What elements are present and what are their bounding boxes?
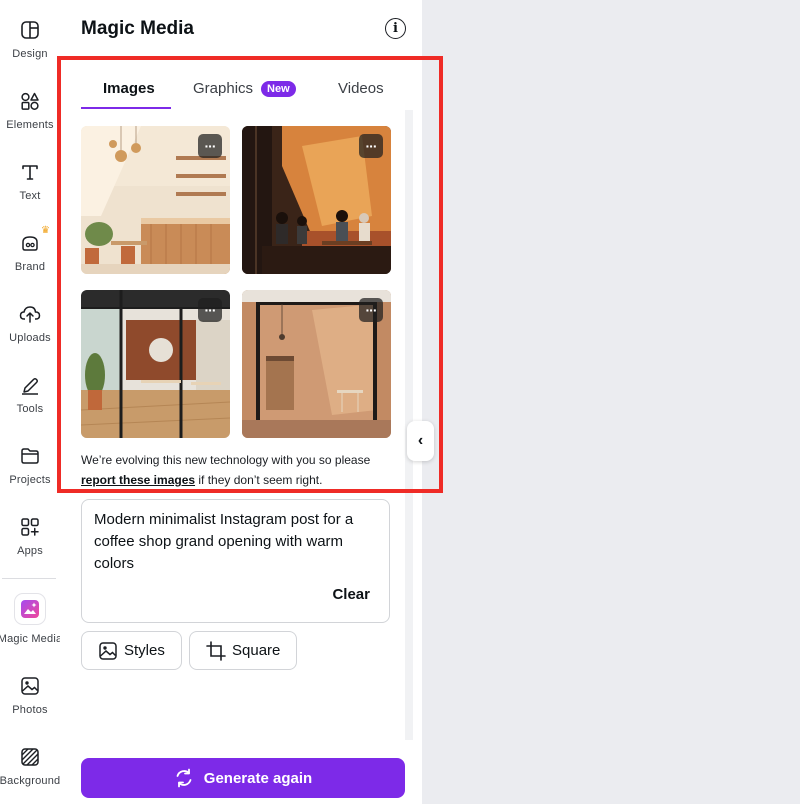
prompt-text[interactable]: Modern minimalist Instagram post for a c…	[94, 509, 379, 575]
more-options-icon[interactable]: ···	[359, 298, 383, 322]
sidebar-item-background[interactable]: Background	[0, 741, 60, 804]
sidebar-item-tools[interactable]: Tools	[0, 369, 60, 435]
sidebar-item-elements[interactable]: Elements	[0, 85, 60, 151]
rail-divider	[2, 578, 56, 579]
brand-icon: ♛	[18, 225, 50, 255]
regenerate-icon	[176, 768, 192, 788]
chevron-left-icon: ‹	[417, 432, 424, 449]
tab-images[interactable]: Images	[103, 80, 155, 97]
more-options-icon[interactable]: ···	[198, 134, 222, 158]
new-badge: New	[261, 80, 296, 97]
generate-again-button[interactable]: Generate again	[81, 758, 405, 798]
more-options-icon[interactable]: ···	[359, 134, 383, 158]
photo-icon	[18, 674, 42, 698]
sidebar-item-text[interactable]: Text	[0, 156, 60, 222]
sidebar-item-label: Brand	[14, 261, 46, 273]
crown-icon: ♛	[41, 225, 50, 236]
sidebar-item-label: Background	[0, 775, 61, 787]
more-options-icon[interactable]: ···	[198, 298, 222, 322]
report-images-link[interactable]: report these images	[81, 473, 195, 487]
magic-media-icon	[15, 594, 45, 624]
sidebar-item-photos[interactable]: Photos	[0, 670, 60, 736]
side-rail: Design Elements Text ♛ Brand Uploads Too…	[0, 0, 63, 804]
sidebar-item-label: Tools	[16, 403, 44, 415]
sidebar-item-projects[interactable]: Projects	[0, 440, 60, 506]
apps-grid-icon	[18, 515, 42, 539]
sidebar-item-label: Photos	[12, 704, 48, 716]
sidebar-item-label: Elements	[6, 119, 54, 131]
styles-button[interactable]: Styles	[81, 631, 182, 670]
result-image-3[interactable]: ···	[81, 290, 230, 438]
sidebar-item-label: Text	[19, 190, 41, 202]
collapse-panel-button[interactable]: ‹	[407, 421, 434, 461]
aspect-ratio-button[interactable]: Square	[189, 631, 298, 670]
result-image-4[interactable]: ···	[242, 290, 391, 438]
panel-title: Magic Media	[81, 18, 194, 39]
active-tab-indicator	[81, 107, 171, 109]
pen-tool-icon	[18, 373, 42, 397]
image-style-icon	[99, 641, 117, 660]
folder-icon	[18, 444, 42, 468]
media-tabs: Images Graphics New Videos	[81, 72, 401, 110]
shapes-icon	[18, 89, 42, 113]
layout-icon	[18, 18, 42, 42]
sidebar-item-label: Apps	[17, 545, 43, 557]
sidebar-item-brand[interactable]: ♛ Brand	[0, 225, 60, 293]
sidebar-item-label: Projects	[9, 474, 51, 486]
result-image-2[interactable]: ···	[242, 126, 391, 274]
magic-media-panel: Magic Media i Images Graphics New Videos …	[60, 0, 422, 804]
prompt-textarea[interactable]: Modern minimalist Instagram post for a c…	[81, 499, 390, 623]
sidebar-item-uploads[interactable]: Uploads	[0, 298, 60, 364]
clear-button[interactable]: Clear	[332, 586, 370, 603]
crop-icon	[206, 640, 226, 661]
sidebar-item-apps[interactable]: Apps	[0, 511, 60, 577]
sidebar-item-label: Uploads	[9, 332, 51, 344]
sidebar-item-design[interactable]: Design	[0, 14, 60, 80]
sidebar-item-magic-media[interactable]: Magic Media	[0, 594, 63, 660]
tab-videos[interactable]: Videos	[338, 80, 384, 97]
disclaimer-text: We’re evolving this new technology with …	[81, 453, 371, 487]
text-icon	[18, 160, 42, 184]
tab-graphics[interactable]: Graphics New	[193, 80, 296, 97]
cloud-upload-icon	[18, 302, 42, 326]
sidebar-item-label: Magic Media	[0, 633, 63, 645]
info-icon[interactable]: i	[385, 18, 406, 39]
result-image-1[interactable]: ···	[81, 126, 230, 274]
background-icon	[18, 745, 42, 769]
sidebar-item-label: Design	[12, 48, 48, 60]
